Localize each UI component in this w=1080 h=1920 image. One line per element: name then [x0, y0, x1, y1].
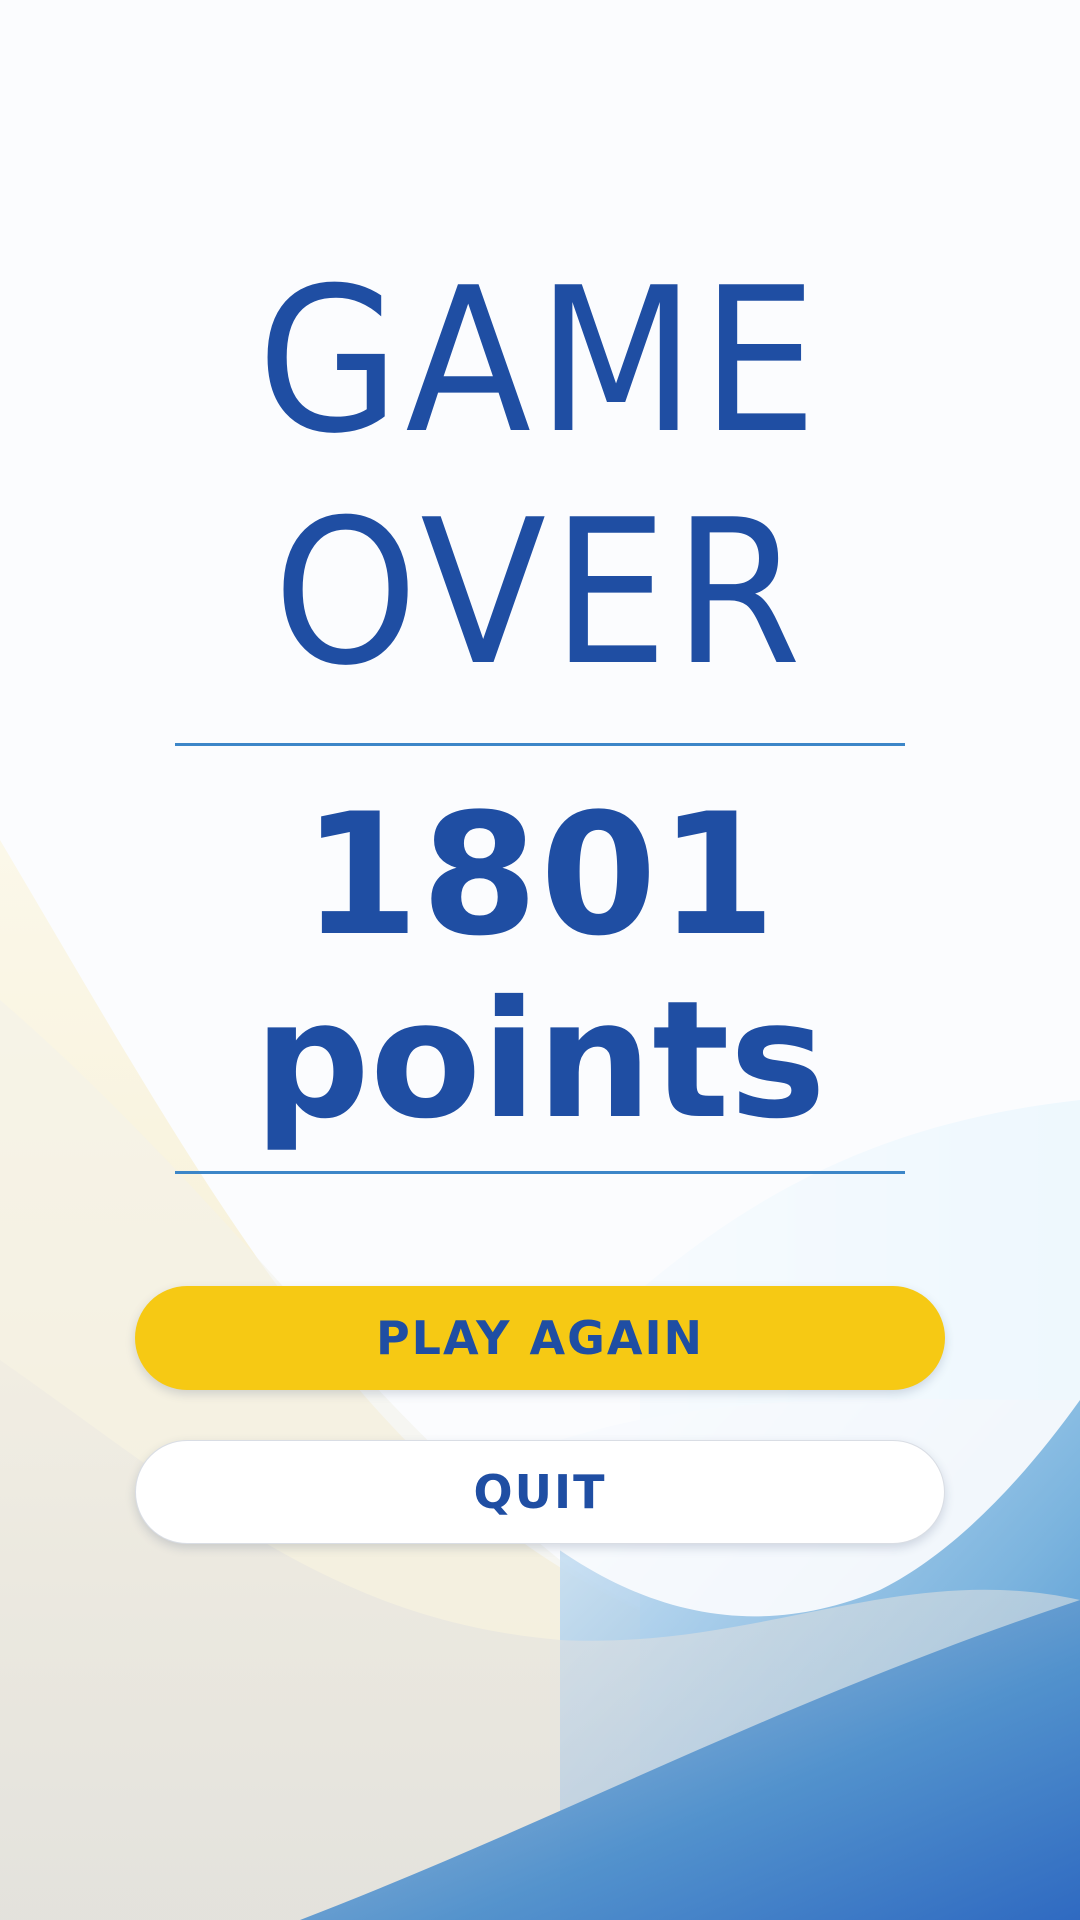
divider-top — [175, 743, 905, 746]
divider-bottom — [175, 1171, 905, 1174]
game-over-title-line-1: GAME — [257, 245, 823, 478]
score-value: 1801 — [302, 777, 778, 973]
game-over-title-line-2: OVER — [273, 477, 807, 710]
score-unit: points — [254, 967, 826, 1155]
game-over-screen: GAME OVER 1801 points PLAY AGAIN QUIT — [0, 0, 1080, 1920]
quit-button[interactable]: QUIT — [135, 1440, 945, 1544]
play-again-button[interactable]: PLAY AGAIN — [135, 1286, 945, 1390]
